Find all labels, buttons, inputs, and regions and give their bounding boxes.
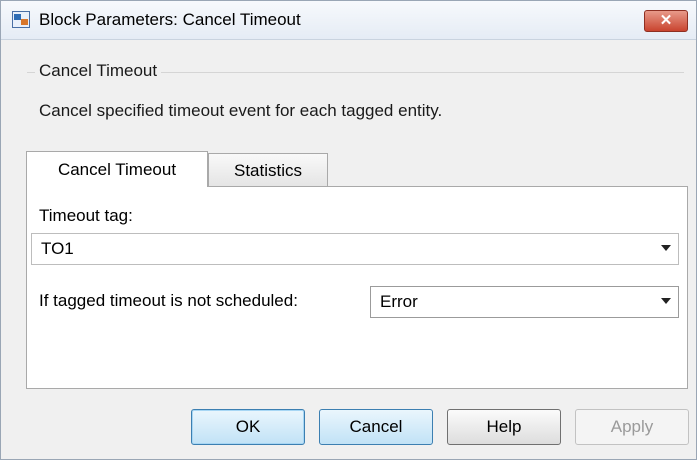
not-scheduled-label: If tagged timeout is not scheduled: (39, 291, 298, 310)
close-icon: ✕ (659, 12, 673, 29)
chevron-down-icon (661, 245, 671, 251)
tab-statistics[interactable]: Statistics (208, 153, 328, 187)
cancel-button[interactable]: Cancel (319, 409, 433, 445)
title-bar[interactable]: Block Parameters: Cancel Timeout ✕ (1, 1, 696, 40)
timeout-tag-combobox[interactable]: TO1 (31, 233, 679, 265)
help-button[interactable]: Help (447, 409, 561, 445)
simulink-block-icon (12, 11, 30, 28)
chevron-down-icon (661, 298, 671, 304)
not-scheduled-select[interactable]: Error (370, 286, 679, 318)
block-description: Cancel specified timeout event for each … (39, 101, 443, 120)
window-title: Block Parameters: Cancel Timeout (39, 10, 301, 29)
dialog-window: Block Parameters: Cancel Timeout ✕ Cance… (0, 0, 697, 460)
close-button[interactable]: ✕ (644, 10, 688, 32)
apply-button[interactable]: Apply (575, 409, 689, 445)
tab-cancel-timeout[interactable]: Cancel Timeout (26, 151, 208, 187)
group-title: Cancel Timeout (35, 61, 162, 81)
not-scheduled-value: Error (380, 292, 418, 311)
ok-button[interactable]: OK (191, 409, 305, 445)
timeout-tag-value: TO1 (41, 239, 74, 258)
timeout-tag-label: Timeout tag: (39, 206, 133, 225)
